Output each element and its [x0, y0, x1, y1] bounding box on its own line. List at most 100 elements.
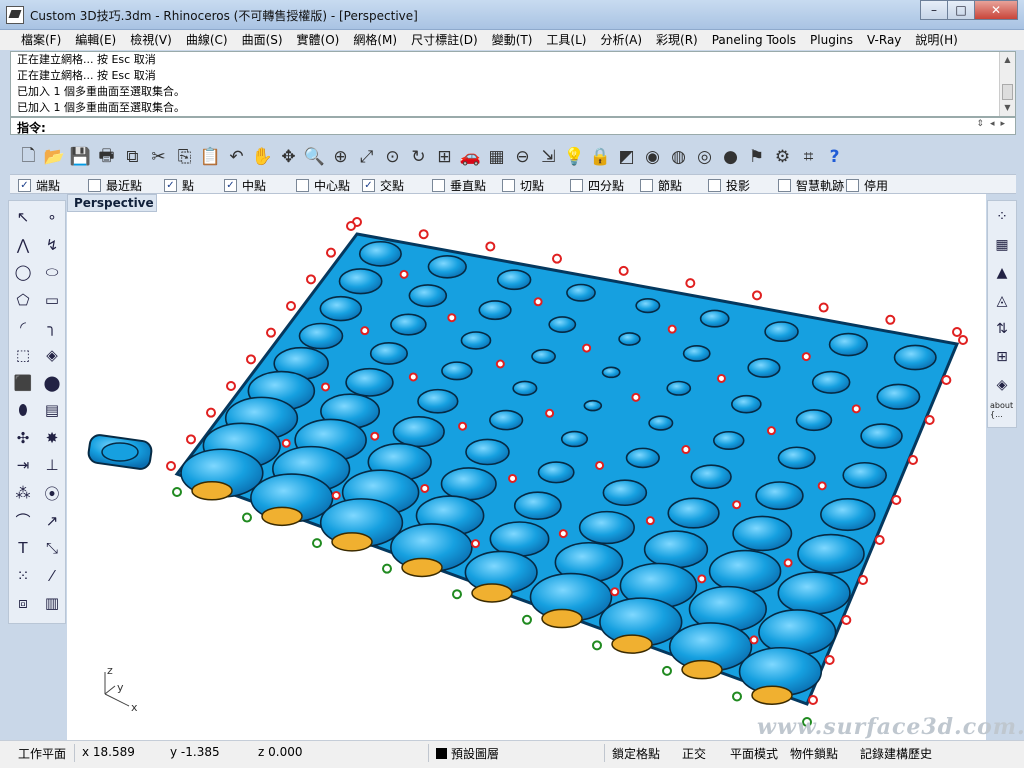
status-cplane[interactable]: 工作平面 [18, 745, 66, 762]
cplane-icon[interactable]: ⊖ [510, 144, 535, 170]
select-arrow-icon[interactable]: ↖ [11, 205, 35, 229]
pan-hand-icon[interactable]: ✋ [250, 144, 275, 170]
osnap-option-11[interactable]: 智慧軌跡 [778, 177, 844, 194]
boolean-icon[interactable]: ⦿ [40, 481, 64, 505]
osnap-option-5[interactable]: ✓ 交點 [362, 177, 404, 194]
move-icon[interactable]: ⇥ [11, 453, 35, 477]
direction-icon[interactable]: ⇅ [990, 317, 1014, 341]
status-grid-snap[interactable]: 鎖定格點 [612, 745, 660, 762]
scroll-down-icon[interactable]: ▼ [1000, 100, 1015, 116]
dimension-tools-icon[interactable]: ↗ [40, 509, 64, 533]
paste-icon[interactable]: 📋 [198, 144, 223, 170]
command-input[interactable] [61, 119, 941, 133]
menu-item-15[interactable]: 說明(H) [908, 30, 964, 50]
osnap-option-2[interactable]: ✓ 點 [164, 177, 194, 194]
osnap-option-8[interactable]: 四分點 [570, 177, 624, 194]
sphere-solid-icon[interactable]: ⬤ [40, 371, 64, 395]
scale-icon[interactable]: ⤡ [40, 536, 64, 560]
rectangle-icon[interactable]: ▭ [40, 288, 64, 312]
open-folder-icon[interactable]: 📂 [42, 144, 67, 170]
maximize-button[interactable]: □ [947, 0, 975, 20]
print-icon[interactable]: 🖶 [94, 144, 119, 170]
osnap-checkbox[interactable] [846, 179, 859, 192]
ellipse-icon[interactable]: ⬭ [40, 260, 64, 284]
grid-plane-icon[interactable]: ▦ [484, 144, 509, 170]
panel-icon[interactable]: ▥ [40, 591, 64, 615]
curve-icon[interactable]: ↯ [40, 233, 64, 257]
gear-icon[interactable]: ⚙ [770, 144, 795, 170]
new-file-icon[interactable]: 🗋 [16, 144, 41, 170]
menu-item-1[interactable]: 編輯(E) [68, 30, 123, 50]
menu-item-6[interactable]: 網格(M) [346, 30, 404, 50]
surface-icon[interactable]: ⬚ [11, 343, 35, 367]
osnap-option-7[interactable]: 切點 [502, 177, 544, 194]
group-icon[interactable]: ⁙ [11, 564, 35, 588]
osnap-option-6[interactable]: 垂直點 [432, 177, 486, 194]
osnap-checkbox[interactable] [708, 179, 721, 192]
osnap-option-4[interactable]: 中心點 [296, 177, 350, 194]
extrude-surface-icon[interactable]: ◈ [40, 343, 64, 367]
menu-item-12[interactable]: Paneling Tools [705, 30, 803, 50]
menu-item-11[interactable]: 彩現(R) [649, 30, 705, 50]
boolean-icon[interactable]: ⊞ [990, 345, 1014, 369]
about-label[interactable]: about {... [990, 401, 1013, 419]
lock-icon[interactable]: 🔒 [588, 144, 613, 170]
sphere-render-icon[interactable]: ● [718, 144, 743, 170]
save-icon[interactable]: 💾 [68, 144, 93, 170]
close-button[interactable]: ✕ [974, 0, 1018, 20]
osnap-option-1[interactable]: 最近點 [88, 177, 142, 194]
undo-icon[interactable]: ↶ [224, 144, 249, 170]
menu-item-4[interactable]: 曲面(S) [235, 30, 290, 50]
cylinder-solid-icon[interactable]: ⬮ [11, 398, 35, 422]
join-icon[interactable]: ⊥ [40, 453, 64, 477]
points-on-icon[interactable]: ⁘ [990, 205, 1014, 229]
light-bulb-icon[interactable]: 💡 [562, 144, 587, 170]
dimension-icon[interactable]: ⌗ [796, 144, 821, 170]
four-viewports-icon[interactable]: ⊞ [432, 144, 457, 170]
menu-item-7[interactable]: 尺寸標註(D) [404, 30, 485, 50]
copy-icon[interactable]: ⎘ [172, 144, 197, 170]
menu-item-0[interactable]: 檔案(F) [14, 30, 68, 50]
import-icon[interactable]: ⧉ [120, 144, 145, 170]
array-icon[interactable]: ⁂ [11, 481, 35, 505]
zoom-icon[interactable]: 🔍 [302, 144, 327, 170]
menu-item-13[interactable]: Plugins [803, 30, 860, 50]
rotate-view-icon[interactable]: ✥ [276, 144, 301, 170]
box-edit-icon[interactable]: ⧈ [11, 591, 35, 615]
osnap-checkbox[interactable] [88, 179, 101, 192]
scroll-thumb[interactable] [1002, 84, 1013, 100]
osnap-option-3[interactable]: ✓ 中點 [224, 177, 266, 194]
material-icon[interactable]: ◩ [614, 144, 639, 170]
explode-icon[interactable]: ✸ [40, 426, 64, 450]
command-history-scrollbar[interactable]: ▲ ▼ [999, 52, 1015, 116]
viewport-canvas[interactable] [67, 194, 986, 740]
snap-icon[interactable]: ⇲ [536, 144, 561, 170]
fillet-icon[interactable]: ╮ [40, 315, 64, 339]
car-icon[interactable]: 🚗 [458, 144, 483, 170]
cut-icon[interactable]: ✂ [146, 144, 171, 170]
polygon-icon[interactable]: ⬠ [11, 288, 35, 312]
circle-icon[interactable]: ◯ [11, 260, 35, 284]
osnap-option-12[interactable]: 停用 [846, 177, 888, 194]
osnap-checkbox[interactable] [296, 179, 309, 192]
zoom-selected-icon[interactable]: ⊙ [380, 144, 405, 170]
mesh-icon[interactable]: ▤ [40, 398, 64, 422]
scroll-up-icon[interactable]: ▲ [1000, 52, 1015, 68]
zoom-extents-icon[interactable]: ⤢ [354, 144, 379, 170]
osnap-checkbox[interactable]: ✓ [164, 179, 177, 192]
minimize-button[interactable]: – [920, 0, 948, 20]
box-solid-icon[interactable]: ⬛ [11, 371, 35, 395]
osnap-option-10[interactable]: 投影 [708, 177, 750, 194]
osnap-option-9[interactable]: 節點 [640, 177, 682, 194]
osnap-checkbox[interactable] [778, 179, 791, 192]
transform-icon[interactable]: ✣ [11, 426, 35, 450]
arc-icon[interactable]: ◜ [11, 315, 35, 339]
perspective-viewport[interactable]: Perspective www.surface3d.com.tw z y x [67, 194, 1024, 740]
viewport-tab[interactable]: Perspective [67, 194, 157, 212]
rhino-app-icon[interactable] [6, 6, 24, 24]
flag-icon[interactable]: ⚑ [744, 144, 769, 170]
rotate-icon[interactable]: ↻ [406, 144, 431, 170]
menu-item-8[interactable]: 變動(T) [485, 30, 540, 50]
text-icon[interactable]: T [11, 536, 35, 560]
osnap-checkbox[interactable] [640, 179, 653, 192]
